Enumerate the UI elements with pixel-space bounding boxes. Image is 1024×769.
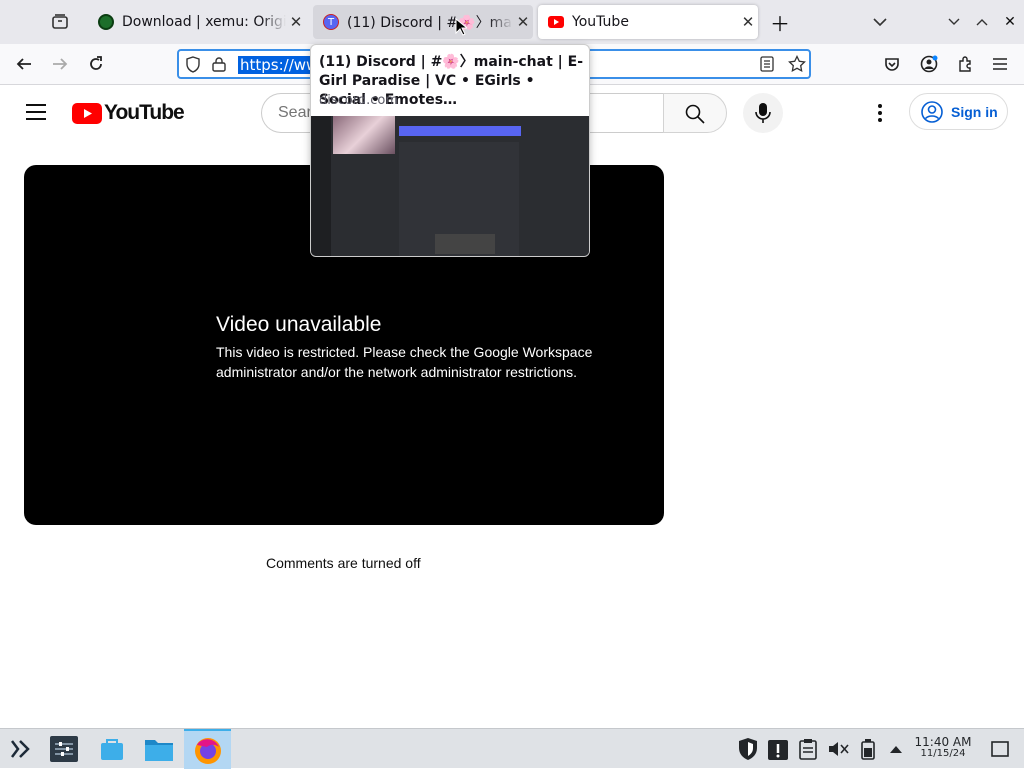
close-icon[interactable]: ✕ bbox=[738, 13, 758, 31]
firefox-icon bbox=[195, 738, 221, 764]
tab-youtube-title: YouTube bbox=[572, 14, 629, 30]
extensions-icon[interactable] bbox=[951, 50, 979, 78]
application-launcher-icon[interactable] bbox=[4, 733, 36, 765]
url-text[interactable]: https://www.youtube.com/watch bbox=[238, 56, 310, 74]
search-button[interactable] bbox=[663, 93, 727, 133]
more-options-icon[interactable] bbox=[877, 104, 883, 126]
show-desktop-icon[interactable] bbox=[984, 733, 1016, 765]
tooltip-host: discord.com bbox=[319, 93, 399, 108]
video-error-message: This video is restricted. Please check t… bbox=[216, 344, 593, 380]
video-error-title: Video unavailable bbox=[216, 313, 382, 336]
list-all-tabs-icon[interactable] bbox=[866, 8, 894, 36]
xemu-favicon-icon bbox=[98, 14, 114, 30]
user-avatar-icon bbox=[921, 100, 943, 123]
discover-store-icon[interactable] bbox=[96, 733, 128, 765]
security-shield-icon[interactable] bbox=[732, 733, 764, 765]
window-close-icon[interactable]: ✕ bbox=[996, 8, 1024, 36]
back-arrow-icon[interactable] bbox=[10, 50, 38, 78]
new-tab-icon[interactable]: ＋ bbox=[766, 8, 794, 36]
clipboard-icon[interactable] bbox=[792, 733, 824, 765]
tab-thumbnail-preview bbox=[311, 116, 589, 256]
menu-hamburger-icon[interactable] bbox=[986, 50, 1014, 78]
microphone-icon bbox=[755, 103, 771, 123]
system-settings-icon[interactable] bbox=[48, 733, 80, 765]
notification-alert-icon[interactable] bbox=[762, 733, 794, 765]
reload-icon[interactable] bbox=[82, 50, 110, 78]
youtube-logo[interactable]: YouTube bbox=[72, 101, 185, 125]
mouse-cursor-icon bbox=[455, 17, 469, 40]
tab-overview-icon[interactable] bbox=[46, 8, 74, 36]
bookmark-star-icon[interactable] bbox=[788, 54, 806, 77]
account-icon[interactable] bbox=[915, 50, 943, 78]
tab-xemu[interactable]: Download | xemu: Original Xbox Emulator … bbox=[88, 5, 306, 39]
youtube-wordmark: YouTube bbox=[104, 101, 185, 124]
file-manager-icon[interactable] bbox=[143, 733, 175, 765]
forward-arrow-icon[interactable] bbox=[46, 50, 74, 78]
sign-in-label: Sign in bbox=[951, 103, 998, 120]
tab-youtube[interactable]: YouTube ✕ bbox=[538, 5, 758, 39]
close-icon[interactable]: ✕ bbox=[513, 13, 533, 31]
search-icon bbox=[685, 104, 705, 124]
sign-in-button[interactable]: Sign in bbox=[909, 93, 1008, 130]
comments-status: Comments are turned off bbox=[266, 555, 421, 571]
pocket-icon[interactable] bbox=[878, 50, 906, 78]
tab-discord-title: (11) Discord | #🌸〉main-chat bbox=[347, 15, 513, 31]
clock-date: 11/15/24 bbox=[920, 748, 966, 759]
youtube-play-icon bbox=[72, 102, 102, 124]
lock-icon[interactable] bbox=[212, 56, 226, 76]
taskbar: 11:40 AM 11/15/24 bbox=[0, 728, 1024, 769]
reader-view-icon[interactable] bbox=[760, 56, 774, 76]
volume-muted-icon[interactable] bbox=[822, 733, 854, 765]
clock-time: 11:40 AM bbox=[914, 735, 972, 749]
maximize-icon[interactable] bbox=[968, 8, 996, 36]
tab-discord[interactable]: T (11) Discord | #🌸〉main-chat ✕ bbox=[313, 5, 533, 39]
clock[interactable]: 11:40 AM 11/15/24 bbox=[908, 735, 978, 759]
tab-xemu-title: Download | xemu: Original Xbox Emulator bbox=[122, 14, 286, 30]
tab-strip: Download | xemu: Original Xbox Emulator … bbox=[0, 0, 1024, 44]
voice-search-button[interactable] bbox=[743, 93, 783, 133]
minimize-icon[interactable] bbox=[940, 8, 968, 36]
guide-menu-icon[interactable] bbox=[26, 104, 46, 124]
discord-favicon-icon: T bbox=[323, 14, 339, 30]
tracking-shield-icon[interactable] bbox=[185, 56, 201, 78]
tab-preview-tooltip: (11) Discord | #🌸〉main-chat | E-Girl Par… bbox=[310, 44, 590, 257]
close-icon[interactable]: ✕ bbox=[286, 13, 306, 31]
firefox-taskbar-item[interactable] bbox=[184, 729, 231, 769]
youtube-favicon-icon bbox=[548, 16, 564, 28]
